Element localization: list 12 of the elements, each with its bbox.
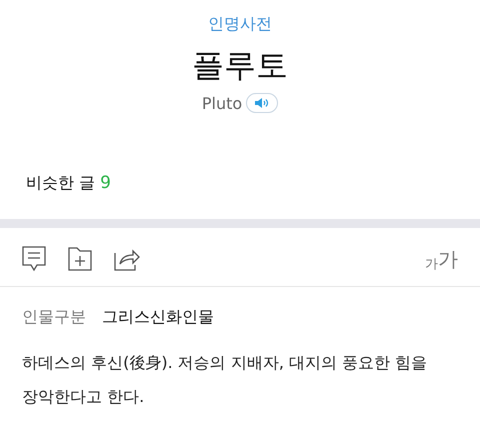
pronunciation-button[interactable] bbox=[246, 93, 278, 113]
original-name: Pluto bbox=[202, 94, 242, 112]
info-label: 인물구분 bbox=[22, 307, 86, 328]
speaker-icon bbox=[255, 98, 270, 108]
description-text: 하데스의 후신(後身). 저승의 지배자, 대지의 풍요한 힘을 장악한다고 한다. bbox=[22, 352, 428, 408]
entry-title: 플루토 bbox=[192, 47, 288, 83]
category-link[interactable]: 인명사전 bbox=[208, 14, 272, 35]
info-value: 그리스신화인물 bbox=[102, 307, 214, 328]
add-to-folder-icon[interactable] bbox=[68, 247, 92, 271]
similar-posts-link[interactable]: 비슷한 글 9 bbox=[26, 173, 111, 192]
share-icon[interactable] bbox=[114, 247, 140, 271]
comment-icon[interactable] bbox=[22, 246, 46, 272]
